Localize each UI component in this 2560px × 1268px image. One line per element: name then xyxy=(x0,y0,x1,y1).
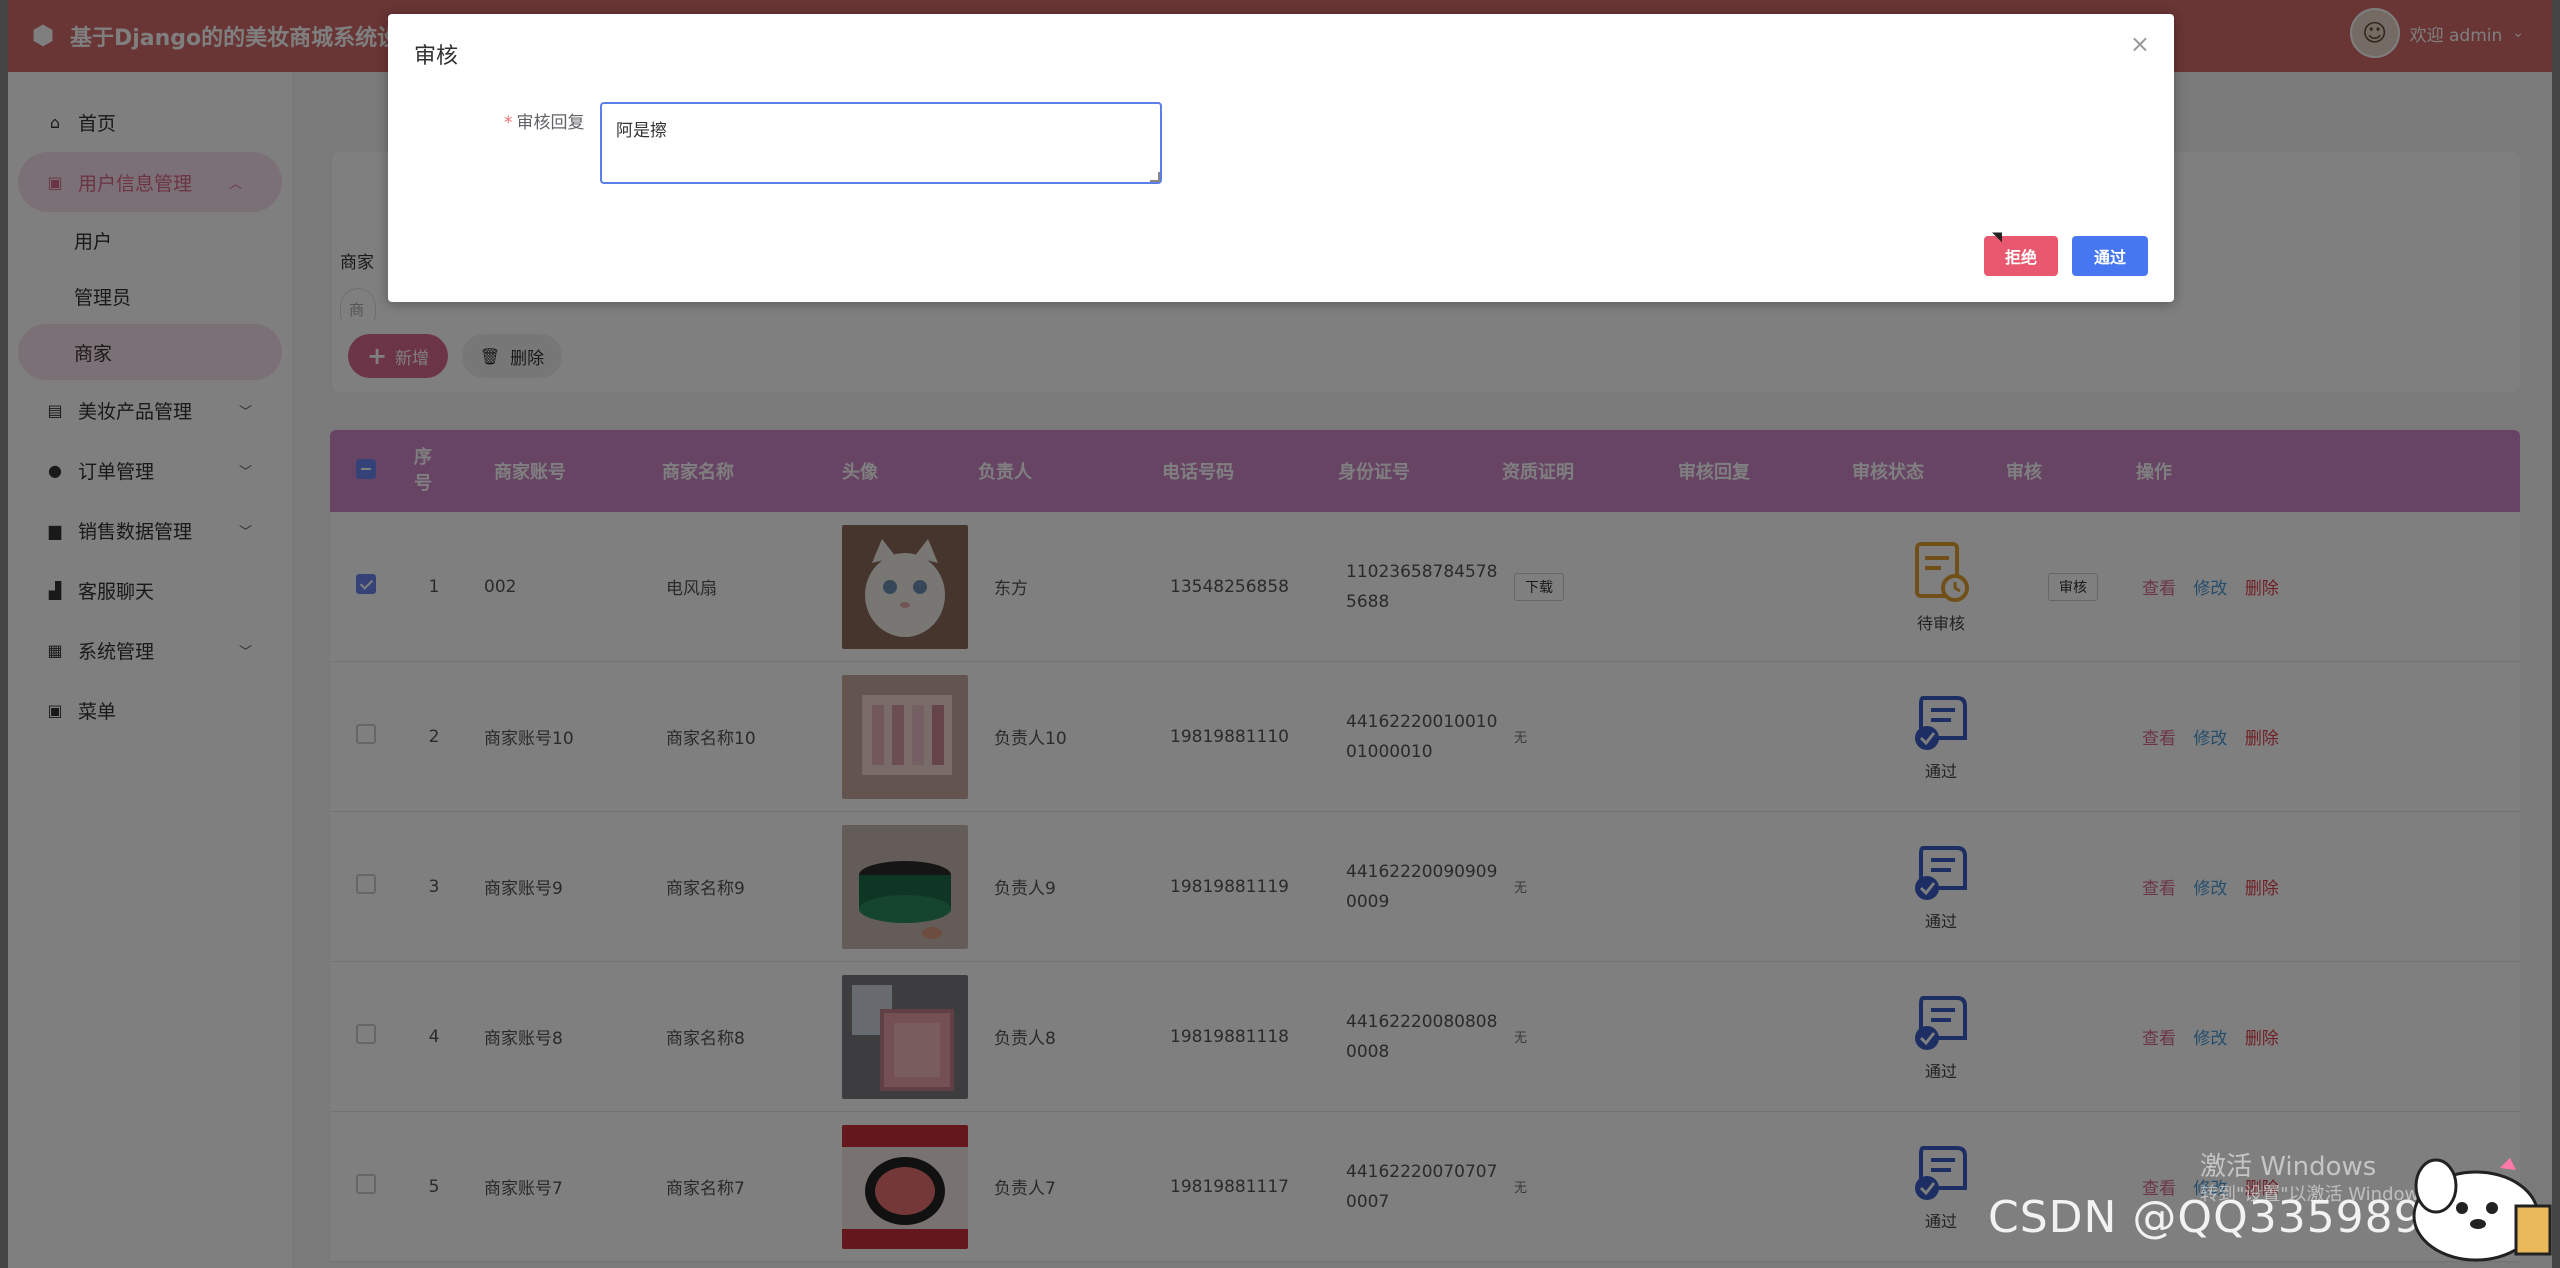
required-asterisk: * xyxy=(504,113,513,133)
close-icon[interactable]: × xyxy=(2130,30,2150,58)
reply-field-label-text: 审核回复 xyxy=(516,113,585,133)
resize-handle[interactable] xyxy=(1150,172,1160,182)
dialog-title: 审核 xyxy=(414,44,459,69)
reject-button[interactable]: 拒绝 xyxy=(1984,236,2058,276)
reply-field-label: * 审核回复 xyxy=(504,108,585,133)
audit-reply-textarea[interactable] xyxy=(600,102,1162,184)
pass-button[interactable]: 通过 xyxy=(2072,236,2148,276)
windows-activation-watermark: 激活 Windows xyxy=(2200,1152,2377,1182)
dog-mascot-icon xyxy=(2396,1146,2556,1264)
audit-dialog: 审核 × *审核回复 拒绝 通过 xyxy=(388,14,2174,302)
